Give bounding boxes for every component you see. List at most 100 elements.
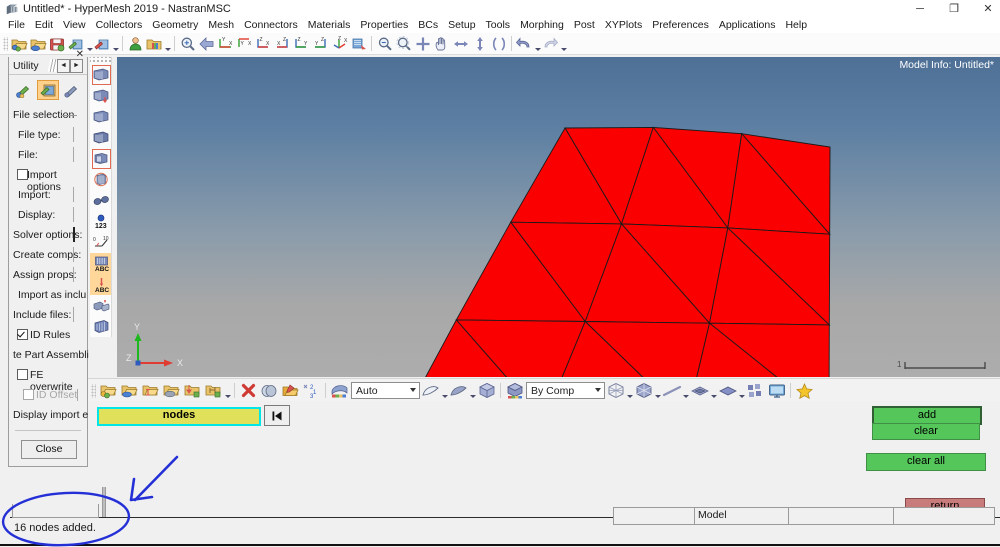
vector-collector-icon[interactable]	[182, 380, 203, 401]
zy-front-view-icon[interactable]: Z Y	[292, 34, 311, 53]
mesh-lines-icon[interactable]	[605, 380, 626, 401]
load-user-profile-icon[interactable]	[145, 34, 164, 53]
import-browser-icon[interactable]	[90, 85, 112, 106]
component-collector-icon[interactable]	[98, 380, 119, 401]
shrink-element-dropdown-icon[interactable]	[710, 379, 717, 402]
save-model-icon[interactable]	[48, 34, 67, 53]
load-collector-icon[interactable]	[140, 380, 161, 401]
redo-icon[interactable]	[541, 34, 560, 53]
file-row[interactable]: File:	[9, 146, 87, 166]
visualization-icon[interactable]	[90, 316, 112, 337]
display-row[interactable]: Display:	[9, 206, 87, 226]
export-red-dropdown-icon[interactable]	[112, 32, 119, 55]
menu-item-applications[interactable]: Applications	[714, 18, 781, 33]
zoom-out-icon[interactable]	[375, 34, 394, 53]
part-assembly-row[interactable]: te Part Assembli	[9, 346, 89, 366]
menu-item-materials[interactable]: Materials	[303, 18, 356, 33]
menu-item-setup[interactable]: Setup	[443, 18, 480, 33]
monitor-icon[interactable]	[766, 380, 787, 401]
zy-back-view-icon[interactable]: Z Y	[311, 34, 330, 53]
rewind-icon[interactable]	[264, 405, 290, 426]
undo-dropdown-icon[interactable]	[534, 32, 541, 55]
undo-icon[interactable]	[515, 34, 534, 53]
menu-item-xyplots[interactable]: XYPlots	[600, 18, 647, 33]
open-model-icon[interactable]	[10, 34, 29, 53]
create-comps-row[interactable]: Create comps:	[9, 246, 87, 266]
surface-shaded-dropdown-icon[interactable]	[469, 379, 476, 402]
text-marker-abc-icon[interactable]: ABC	[90, 274, 112, 295]
strip-grip[interactable]	[90, 57, 112, 64]
organize-icon[interactable]	[259, 380, 280, 401]
arbitrary-view-icon[interactable]	[349, 34, 368, 53]
rotate-vertical-icon[interactable]	[470, 34, 489, 53]
fit-view-icon[interactable]	[178, 34, 197, 53]
assembly-collector-icon[interactable]	[119, 380, 140, 401]
file-type-field-edge[interactable]	[73, 127, 74, 142]
finite-element-mesh[interactable]	[117, 57, 1000, 377]
xy-top-view-icon[interactable]: Y X	[216, 34, 235, 53]
menu-item-connectors[interactable]: Connectors	[239, 18, 303, 33]
node-id-icon[interactable]: 123	[90, 211, 112, 232]
clear-all-button[interactable]: clear all	[866, 453, 986, 471]
display-mode-select[interactable]: Auto	[351, 382, 420, 399]
block-collector-icon[interactable]	[203, 380, 224, 401]
export-solver-deck-red-icon[interactable]	[93, 34, 112, 53]
import-geometry-icon[interactable]	[14, 81, 34, 99]
id-rules-checkbox-row[interactable]: ID Rules	[9, 326, 87, 346]
mesh-shaded-icon[interactable]	[633, 380, 654, 401]
shrink-element-icon[interactable]	[689, 380, 710, 401]
include-files-row[interactable]: Include files:	[9, 306, 87, 326]
menu-item-edit[interactable]: Edit	[30, 18, 58, 33]
surface-wire-dropdown-icon[interactable]	[441, 379, 448, 402]
import-as-include-row[interactable]: Import as inclu	[9, 286, 87, 306]
renumber-icon[interactable]: 2 1 3	[301, 380, 322, 401]
delete-icon[interactable]	[238, 380, 259, 401]
solver-options-field-edge[interactable]	[73, 227, 75, 242]
text-abc-icon[interactable]: ABC	[90, 253, 112, 274]
menu-item-geometry[interactable]: Geometry	[147, 18, 203, 33]
menu-item-morphing[interactable]: Morphing	[515, 18, 569, 33]
surface-wire-icon[interactable]	[420, 380, 441, 401]
menu-item-preferences[interactable]: Preferences	[647, 18, 714, 33]
color-mode-icon[interactable]	[329, 380, 350, 401]
solid-element-dropdown-icon[interactable]	[738, 379, 745, 402]
display-import-errors-row[interactable]: Display import er	[9, 406, 92, 426]
include-files-field-edge[interactable]	[73, 307, 74, 322]
solid-element-icon[interactable]	[717, 380, 738, 401]
model-browser-icon[interactable]	[90, 64, 112, 85]
nodes-entity-selector[interactable]: nodes	[97, 407, 261, 426]
menu-item-mesh[interactable]: Mesh	[203, 18, 239, 33]
clear-button[interactable]: clear	[872, 423, 980, 440]
profile-dropdown-icon[interactable]	[164, 32, 171, 55]
import-connectors-icon[interactable]	[62, 81, 82, 99]
xy-bottom-view-icon[interactable]: Y X	[235, 34, 254, 53]
solid-shaded-icon[interactable]	[476, 380, 497, 401]
status-field-3[interactable]	[788, 507, 894, 525]
minimize-button[interactable]: ─	[903, 0, 937, 18]
block-collector-dropdown-icon[interactable]	[224, 379, 231, 402]
file-type-row[interactable]: File type:	[9, 126, 87, 146]
menu-item-view[interactable]: View	[58, 18, 91, 33]
menu-item-properties[interactable]: Properties	[355, 18, 413, 33]
mask-browser-icon[interactable]	[90, 169, 112, 190]
panel-toolbar-grip[interactable]	[91, 383, 96, 398]
measure-icon[interactable]: 0 10	[90, 232, 112, 253]
feature-line-dropdown-icon[interactable]	[682, 379, 689, 402]
utility-prev-button[interactable]: ◄	[57, 59, 70, 73]
import-options-group[interactable]: Import options	[9, 166, 87, 193]
feature-line-icon[interactable]	[661, 380, 682, 401]
chevron-down-icon[interactable]	[595, 388, 601, 392]
menu-item-tools[interactable]: Tools	[481, 18, 516, 33]
isometric-view-icon[interactable]: Z X	[330, 34, 349, 53]
close-button[interactable]: ✕	[971, 0, 1000, 18]
zoom-in-icon[interactable]	[394, 34, 413, 53]
circle-zoom-icon[interactable]	[413, 34, 432, 53]
element-color-select[interactable]: By Comp	[526, 382, 605, 399]
system-collector-icon[interactable]	[161, 380, 182, 401]
reorganize-icon[interactable]	[90, 295, 112, 316]
menu-item-bcs[interactable]: BCs	[413, 18, 443, 33]
rotate-horizontal-icon[interactable]	[451, 34, 470, 53]
close-button[interactable]: Close	[21, 440, 77, 459]
surface-shaded-icon[interactable]	[448, 380, 469, 401]
solver-options-row[interactable]: Solver options:	[9, 226, 87, 246]
